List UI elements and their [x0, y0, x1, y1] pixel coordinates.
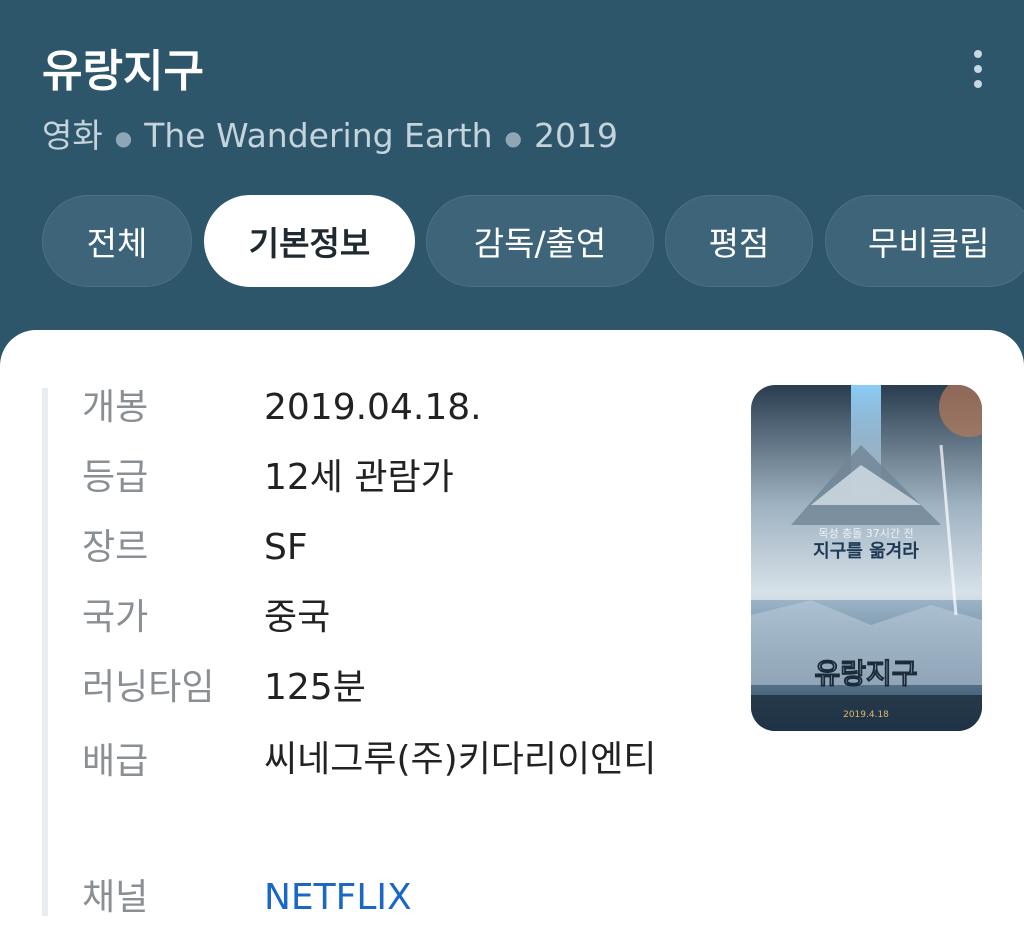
netflix-link[interactable]: NETFLIX [264, 863, 704, 933]
separator-dot: ● [504, 125, 522, 150]
more-dot [974, 80, 982, 88]
info-value: 씨네그루(주)키다리이엔티 [264, 739, 657, 780]
page-title: 유랑지구 [42, 46, 204, 97]
info-label: 국가 [82, 597, 149, 638]
poster-title: 유랑지구 [814, 657, 917, 690]
more-options-icon[interactable] [958, 46, 998, 92]
tab-director-cast[interactable]: 감독/출연 [426, 195, 654, 287]
movie-poster[interactable]: 목성 충돌 37시간 전 지구를 옮겨라 유랑지구 2019.4.18 [751, 385, 982, 731]
tab-bar: 전체 기본정보 감독/출연 평점 무비클립 [0, 195, 1024, 287]
info-value: 2019.04.18. [264, 387, 482, 428]
info-label: 개봉 [82, 387, 149, 428]
poster-tagline: 목성 충돌 37시간 전 [818, 527, 913, 540]
info-value: 12세 관람가 [264, 457, 454, 498]
poster-image: 목성 충돌 37시간 전 지구를 옮겨라 유랑지구 2019.4.18 [751, 385, 982, 731]
subtitle: 영화 ● The Wandering Earth ● 2019 [42, 112, 618, 162]
info-label: 러닝타임 [82, 667, 215, 708]
tab-all[interactable]: 전체 [42, 195, 192, 287]
section-divider [42, 388, 48, 916]
category-text: 영화 [42, 116, 103, 155]
poster-date: 2019.4.18 [843, 710, 889, 720]
info-value: 중국 [264, 597, 331, 638]
header: 유랑지구 영화 ● The Wandering Earth ● 2019 전체 기본정보… [0, 0, 1024, 340]
more-dot [974, 50, 982, 58]
info-label: 배급 [82, 741, 149, 782]
separator-dot: ● [114, 125, 133, 150]
more-dot [974, 65, 982, 73]
info-value: 125분 [264, 667, 366, 708]
info-label: 장르 [82, 527, 149, 568]
basic-info-panel: 개봉 2019.04.18. 등급 12세 관람가 장르 SF 국가 중국 러닝… [0, 330, 1024, 945]
tab-ratings[interactable]: 평점 [665, 195, 813, 287]
info-value: SF [264, 527, 308, 568]
info-label: 채널 [82, 877, 149, 918]
poster-headline: 지구를 옮겨라 [813, 541, 919, 562]
original-title-text: The Wandering Earth [144, 116, 493, 155]
tab-basic-info[interactable]: 기본정보 [204, 195, 415, 287]
year-text: 2019 [534, 116, 618, 155]
info-label: 등급 [82, 457, 149, 498]
tab-movie-clips[interactable]: 무비클립 [825, 195, 1024, 287]
